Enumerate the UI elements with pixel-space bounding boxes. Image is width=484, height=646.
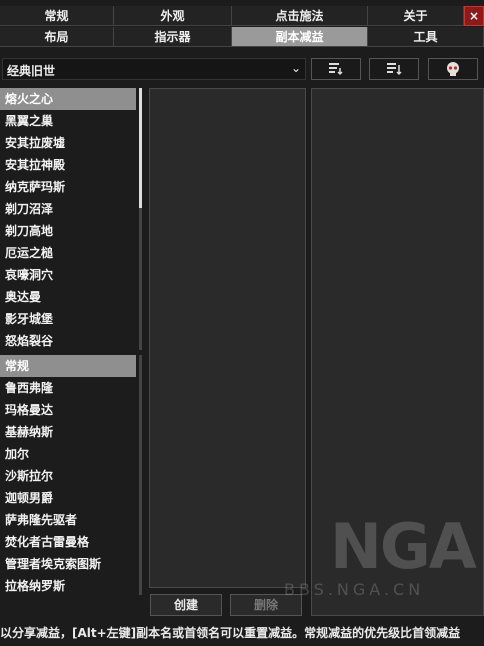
debuff-list-panel[interactable]	[149, 88, 306, 588]
hint-text: 以分享减益，[Alt+左键]副本名或首领名可以重置减益。常规减益的优先级比首领减…	[0, 626, 461, 640]
dungeon-item[interactable]: 纳克萨玛斯	[0, 176, 136, 198]
tab-indicators[interactable]: 指示器	[114, 27, 232, 47]
dungeon-item[interactable]: 安其拉神殿	[0, 154, 136, 176]
dungeon-item[interactable]: 剃刀沼泽	[0, 198, 136, 220]
boss-item[interactable]: 常规	[0, 355, 136, 377]
dungeon-item[interactable]: 哀嚎洞穴	[0, 264, 136, 286]
dungeon-item[interactable]: 剃刀高地	[0, 220, 136, 242]
dungeon-list: 熔火之心 黑翼之巢 安其拉废墟 安其拉神殿 纳克萨玛斯 剃刀沼泽 剃刀高地 厄运…	[0, 88, 140, 352]
chevron-down-icon: ⌄	[290, 61, 301, 75]
skull-icon	[447, 62, 459, 76]
delete-button[interactable]: 删除	[230, 594, 302, 616]
export-icon	[387, 63, 402, 76]
dungeon-item[interactable]: 影牙城堡	[0, 308, 136, 330]
dungeon-item[interactable]: 黑翼之巢	[0, 110, 136, 132]
close-button[interactable]: ×	[464, 6, 484, 26]
tab-layout[interactable]: 布局	[0, 27, 114, 47]
tab-raid-debuffs[interactable]: 副本减益	[232, 27, 368, 47]
dropdown-value: 经典旧世	[7, 64, 56, 78]
sort-button[interactable]	[311, 58, 361, 80]
create-button[interactable]: 创建	[150, 594, 222, 616]
dungeon-item[interactable]: 熔火之心	[0, 88, 136, 110]
debuff-detail-panel	[311, 88, 484, 616]
export-button[interactable]	[369, 58, 419, 80]
skull-button[interactable]	[428, 58, 478, 80]
tab-click-casting[interactable]: 点击施法	[232, 6, 368, 26]
tab-general[interactable]: 常规	[0, 6, 114, 26]
dungeon-item[interactable]: 奥达曼	[0, 286, 136, 308]
expansion-dropdown[interactable]: 经典旧世 ⌄	[2, 58, 306, 80]
boss-item[interactable]: 迦顿男爵	[0, 487, 136, 509]
boss-scroll-track[interactable]	[139, 355, 142, 595]
sort-down-icon	[329, 63, 343, 76]
tab-appearance[interactable]: 外观	[114, 6, 232, 26]
dungeon-item[interactable]: 怒焰裂谷	[0, 330, 136, 352]
tab-bar: 常规 外观 点击施法 关于 布局 指示器 副本减益 工具	[0, 6, 484, 48]
boss-list: 常规 鲁西弗隆 玛格曼达 基赫纳斯 加尔 沙斯拉尔 迦顿男爵 萨弗隆先驱者 焚化…	[0, 355, 140, 597]
boss-item[interactable]: 萨弗隆先驱者	[0, 509, 136, 531]
boss-item[interactable]: 沙斯拉尔	[0, 465, 136, 487]
boss-item[interactable]: 拉格纳罗斯	[0, 575, 136, 597]
boss-item[interactable]: 加尔	[0, 443, 136, 465]
boss-item[interactable]: 管理者埃克索图斯	[0, 553, 136, 575]
dungeon-item[interactable]: 安其拉废墟	[0, 132, 136, 154]
toolbar: 经典旧世 ⌄	[0, 56, 484, 82]
boss-item[interactable]: 玛格曼达	[0, 399, 136, 421]
dungeon-scrollbar[interactable]	[139, 88, 142, 208]
boss-item[interactable]: 鲁西弗隆	[0, 377, 136, 399]
tab-about[interactable]: 关于	[368, 6, 464, 26]
tab-tools[interactable]: 工具	[368, 27, 484, 47]
boss-item[interactable]: 基赫纳斯	[0, 421, 136, 443]
boss-item[interactable]: 焚化者古雷曼格	[0, 531, 136, 553]
dungeon-item[interactable]: 厄运之槌	[0, 242, 136, 264]
